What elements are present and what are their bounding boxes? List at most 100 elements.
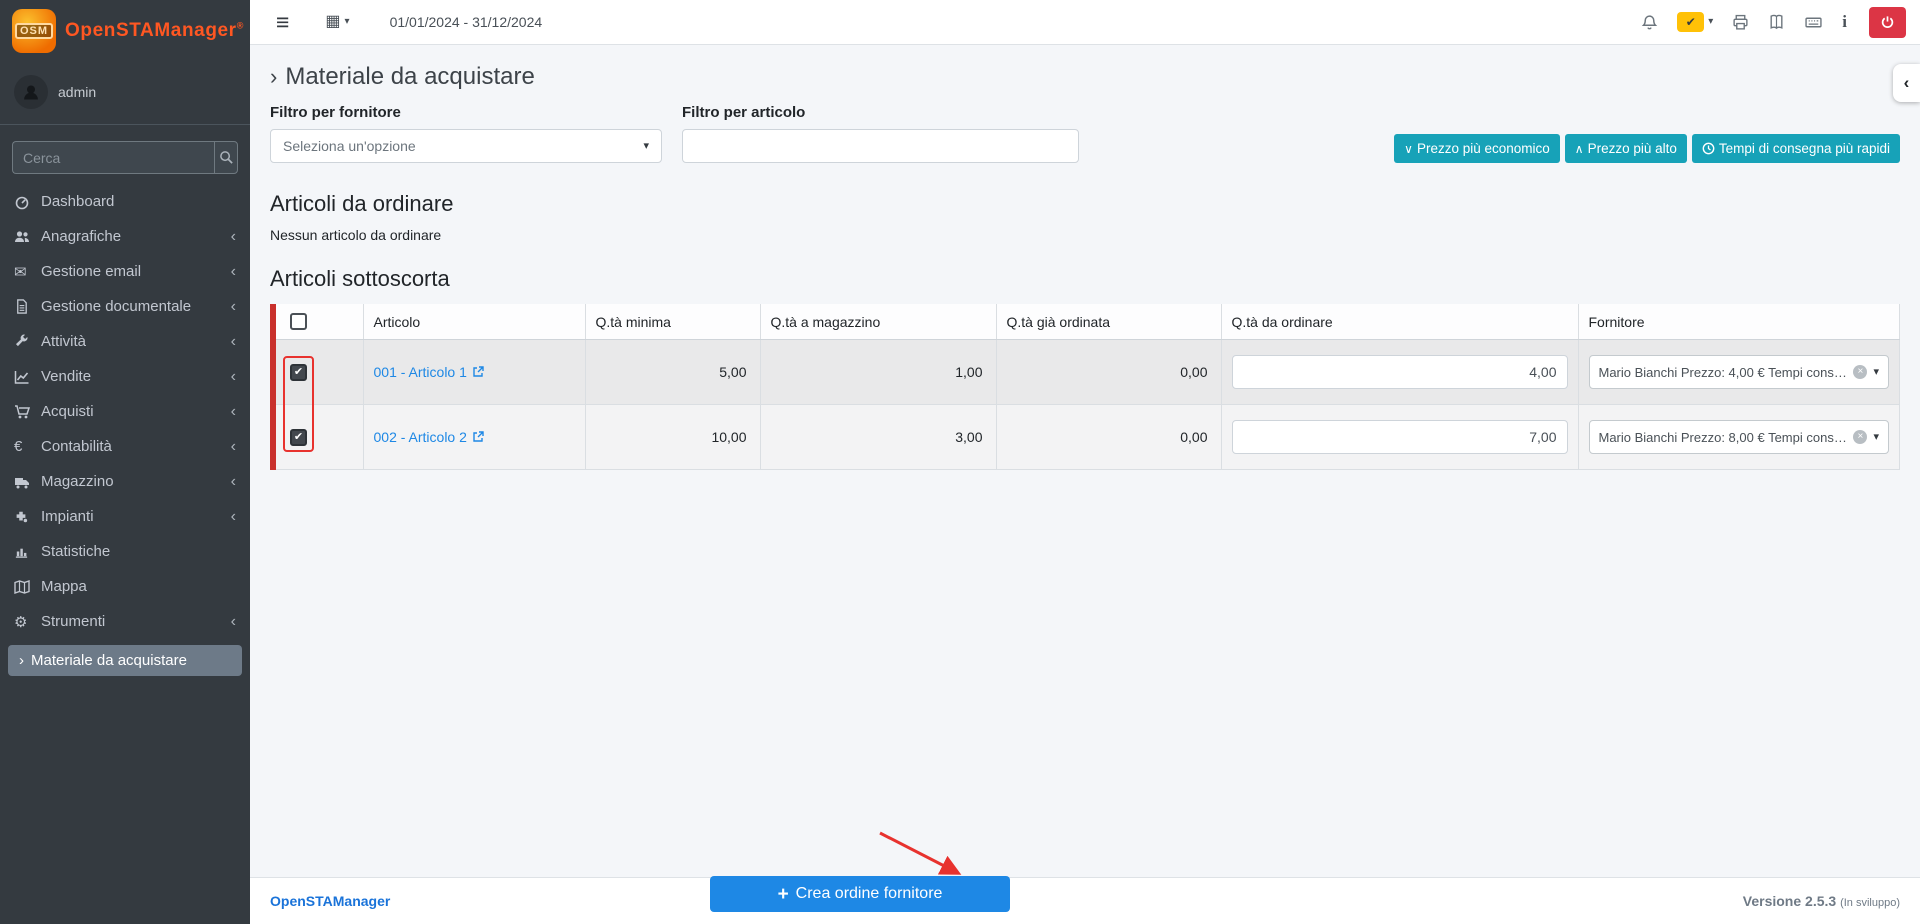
order-qty-input[interactable] (1232, 355, 1568, 389)
chevron-left-icon: ‹ (231, 614, 236, 630)
highest-price-button[interactable]: ∧ Prezzo più alto (1565, 134, 1687, 163)
logout-button[interactable] (1869, 7, 1906, 38)
sidebar-item-impianti[interactable]: Impianti ‹ (0, 499, 250, 534)
caret-down-icon: ▾ (1873, 432, 1879, 443)
ordered-qty-cell: 0,00 (996, 340, 1221, 405)
supplier-filter: Filtro per fornitore Seleziona un'opzion… (270, 105, 662, 163)
search-input[interactable] (12, 141, 214, 174)
check-icon: ✔ (294, 367, 303, 378)
avatar (14, 75, 48, 109)
sidebar: OSM OpenSTAManager® admin Dashboard Anag (0, 0, 250, 924)
sidebar-item-materiale-da-acquistare-active[interactable]: › Materiale da acquistare (8, 645, 242, 676)
chevron-left-icon: ‹ (231, 264, 236, 280)
caret-down-icon: ▾ (643, 141, 649, 152)
cart-icon (14, 404, 41, 420)
shortcuts-button[interactable] (1804, 14, 1823, 31)
active-item-label: Materiale da acquistare (31, 652, 187, 669)
chevron-left-icon: ‹ (231, 334, 236, 350)
map-icon (14, 579, 41, 595)
col-header-qta-minima: Q.tà minima (585, 304, 760, 340)
supplier-filter-label: Filtro per fornitore (270, 105, 662, 120)
table-header-row: Articolo Q.tà minima Q.tà a magazzino Q.… (273, 304, 1900, 340)
chevron-left-icon: ‹ (231, 509, 236, 525)
ordered-qty-cell: 0,00 (996, 405, 1221, 470)
sidebar-item-mappa[interactable]: Mappa (0, 569, 250, 604)
sidebar-search (12, 141, 238, 174)
euro-icon: € (14, 438, 41, 455)
order-qty-input[interactable] (1232, 420, 1568, 454)
fastest-delivery-button[interactable]: Tempi di consegna più rapidi (1692, 134, 1900, 163)
sidebar-item-vendite[interactable]: Vendite ‹ (0, 359, 250, 394)
supplier-option-label: Mario Bianchi Prezzo: 8,00 € Tempi conse… (1599, 430, 1848, 445)
printer-icon (1732, 14, 1749, 31)
sidebar-item-magazzino[interactable]: Magazzino ‹ (0, 464, 250, 499)
footer-brand-link[interactable]: OpenSTAManager (270, 893, 390, 909)
col-header-qta-da-ordinare: Q.tà da ordinare (1221, 304, 1578, 340)
status-badge: ✔ (1677, 12, 1704, 32)
sort-buttons: ∨ Prezzo più economico ∧ Prezzo più alto… (1394, 134, 1900, 163)
chevron-down-icon: ∨ (1404, 143, 1413, 155)
check-icon: ✔ (1686, 15, 1696, 29)
chevron-left-icon: ‹ (231, 439, 236, 455)
stock-qty-cell: 3,00 (760, 405, 996, 470)
tasks-status-button[interactable]: ✔ ▾ (1677, 12, 1713, 32)
info-button[interactable]: i (1842, 12, 1847, 32)
external-link-icon (472, 431, 484, 443)
gear-logo-icon: OSM (12, 9, 56, 53)
bell-icon (1641, 14, 1658, 31)
app-logo[interactable]: OSM OpenSTAManager® (0, 0, 250, 62)
row-checkbox[interactable]: ✔ (290, 429, 307, 446)
panel-collapse-button[interactable]: ‹ (1893, 64, 1920, 102)
logo-badge: OSM (15, 23, 53, 39)
select-all-checkbox[interactable] (290, 313, 307, 330)
article-link[interactable]: 002 - Articolo 2 (374, 429, 484, 445)
cheapest-price-button[interactable]: ∨ Prezzo più economico (1394, 134, 1560, 163)
clear-selection-icon[interactable]: × (1853, 365, 1867, 379)
user-panel[interactable]: admin (0, 62, 250, 125)
sidebar-item-strumenti[interactable]: ⚙ Strumenti ‹ (0, 604, 250, 639)
sidebar-item-contabilita[interactable]: € Contabilità ‹ (0, 429, 250, 464)
article-filter-input[interactable] (682, 129, 1079, 163)
caret-down-icon: ▾ (345, 17, 350, 27)
sidebar-item-gestione-documentale[interactable]: Gestione documentale ‹ (0, 289, 250, 324)
version-label: Versione 2.5.3 (In sviluppo) (1743, 893, 1900, 909)
app-title: OpenSTAManager® (65, 20, 244, 42)
sidebar-item-attivita[interactable]: Attività ‹ (0, 324, 250, 359)
sidebar-item-dashboard[interactable]: Dashboard (0, 184, 250, 219)
supplier-row-select[interactable]: Mario Bianchi Prezzo: 4,00 € Tempi conse… (1589, 355, 1890, 389)
empty-order-note: Nessun articolo da ordinare (270, 227, 1900, 244)
row-checkbox[interactable]: ✔ (290, 364, 307, 381)
filters-row: Filtro per fornitore Seleziona un'opzion… (270, 105, 1900, 163)
section-title-articoli-da-ordinare: Articoli da ordinare (270, 191, 1900, 217)
clear-selection-icon[interactable]: × (1853, 430, 1867, 444)
bar-chart-icon (14, 544, 41, 559)
chevron-right-icon: › (270, 64, 277, 90)
print-button[interactable] (1732, 14, 1749, 31)
col-header-articolo: Articolo (363, 304, 585, 340)
date-range[interactable]: 01/01/2024 - 31/12/2024 (390, 14, 543, 30)
topbar-actions: ✔ ▾ i (1641, 7, 1906, 38)
menu-toggle-icon[interactable]: ≡ (276, 11, 289, 34)
period-picker[interactable]: ▦ ▾ (325, 14, 349, 30)
create-supplier-order-button[interactable]: + Crea ordine fornitore (710, 876, 1010, 912)
main-area: ≡ ▦ ▾ 01/01/2024 - 31/12/2024 ✔ ▾ (250, 0, 1920, 924)
supplier-select[interactable]: Seleziona un'opzione ▾ (270, 129, 662, 163)
notifications-button[interactable] (1641, 14, 1658, 31)
supplier-row-select[interactable]: Mario Bianchi Prezzo: 8,00 € Tempi conse… (1589, 420, 1890, 454)
docs-button[interactable] (1768, 14, 1785, 31)
search-button[interactable] (214, 141, 238, 174)
check-icon: ✔ (294, 432, 303, 443)
sidebar-item-acquisti[interactable]: Acquisti ‹ (0, 394, 250, 429)
sidebar-item-anagrafiche[interactable]: Anagrafiche ‹ (0, 219, 250, 254)
section-title-articoli-sottoscorta: Articoli sottoscorta (270, 266, 1900, 292)
caret-down-icon: ▾ (1873, 367, 1879, 378)
col-header-qta-magazzino: Q.tà a magazzino (760, 304, 996, 340)
puzzle-icon (14, 510, 41, 524)
sidebar-item-statistiche[interactable]: Statistiche (0, 534, 250, 569)
chevron-left-icon: ‹ (1904, 73, 1910, 93)
article-link[interactable]: 001 - Articolo 1 (374, 364, 484, 380)
chevron-left-icon: ‹ (231, 299, 236, 315)
truck-icon (14, 474, 41, 490)
gear-icon: ⚙ (14, 613, 41, 631)
sidebar-item-gestione-email[interactable]: ✉ Gestione email ‹ (0, 254, 250, 289)
